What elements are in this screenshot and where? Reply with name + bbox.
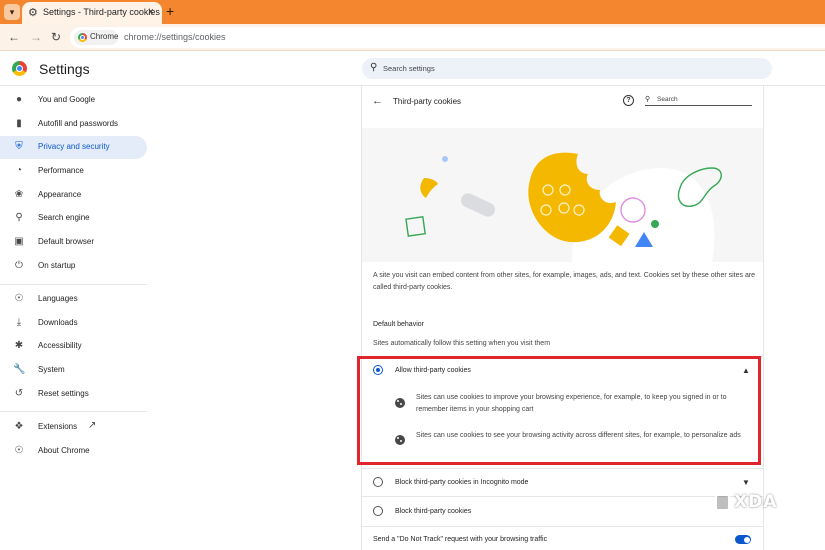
speedometer-icon: ◔ — [15, 165, 23, 176]
chevron-down-icon[interactable]: ▼ — [742, 478, 750, 487]
url-text[interactable]: chrome://settings/cookies — [124, 32, 226, 42]
search-placeholder: Search settings — [383, 64, 435, 73]
search-icon: ⚲ — [15, 212, 23, 223]
sidebar-item-label: On startup — [38, 261, 76, 270]
active-tab[interactable]: ⚙ Settings - Third-party cookies × — [22, 2, 162, 24]
intro-text: A site you visit can embed content from … — [373, 272, 756, 291]
sidebar-item-label: Accessibility — [38, 341, 82, 350]
chrome-logo-icon: ☉ — [14, 445, 24, 456]
subpage-title: Third-party cookies — [393, 97, 462, 106]
browser-toolbar: ← → ↻ Chrome chrome://settings/cookies — [0, 24, 825, 51]
subpage-search-placeholder: Search — [657, 96, 678, 103]
sidebar-item-downloads[interactable]: ⤓ Downloads — [0, 312, 147, 335]
sidebar-item-performance[interactable]: ◔ Performance — [0, 160, 147, 183]
sidebar-item-privacy[interactable]: ⛨ Privacy and security — [0, 136, 147, 159]
sidebar-item-default-browser[interactable]: ▣ Default browser — [0, 231, 147, 254]
site-chip-label: Chrome — [90, 32, 119, 41]
sidebar-divider — [0, 284, 147, 285]
row-divider — [362, 526, 763, 527]
chrome-logo-icon — [12, 61, 27, 76]
highlight-box — [357, 356, 761, 465]
accessibility-icon: ✱ — [14, 340, 24, 351]
default-behavior-subtitle: Sites automatically follow this setting … — [373, 340, 551, 347]
power-icon: ⏻ — [15, 260, 23, 271]
browser-icon: ▣ — [14, 236, 24, 247]
sidebar-item-languages[interactable]: ☉ Languages — [0, 288, 147, 311]
settings-header: Settings ⚲ Search settings — [0, 51, 825, 86]
sidebar-item-you-and-google[interactable]: ● You and Google — [0, 89, 147, 112]
cookie-illustration — [362, 128, 763, 262]
row-divider — [362, 496, 763, 497]
back-button[interactable]: ← — [8, 30, 20, 44]
person-icon: ● — [15, 94, 23, 105]
sidebar-item-label: Reset settings — [38, 389, 89, 398]
xda-logo-icon — [715, 494, 730, 511]
subpage-search-input[interactable]: ⚲ Search — [645, 94, 752, 106]
default-behavior-heading: Default behavior — [373, 321, 424, 328]
sidebar-item-label: Search engine — [38, 213, 90, 222]
tab-strip: ▾ ⚙ Settings - Third-party cookies × + — [0, 0, 825, 24]
sidebar-item-label: About Chrome — [38, 446, 90, 455]
block-incognito-radio[interactable] — [373, 477, 383, 487]
sidebar-item-label: Appearance — [38, 190, 82, 199]
sidebar-item-on-startup[interactable]: ⏻ On startup — [0, 255, 147, 278]
do-not-track-toggle[interactable] — [735, 535, 751, 544]
palette-icon: ❀ — [14, 189, 24, 200]
sidebar-item-label: Autofill and passwords — [38, 119, 119, 128]
settings-card: ← Third-party cookies ? ⚲ Search A site … — [361, 86, 764, 550]
help-icon[interactable]: ? — [623, 95, 634, 106]
block-all-label[interactable]: Block third-party cookies — [395, 508, 471, 515]
card-header: ← Third-party cookies ? ⚲ Search — [362, 86, 763, 118]
sidebar-item-label: Default browser — [38, 237, 95, 246]
globe-icon: ☉ — [14, 293, 24, 304]
sidebar-item-label: You and Google — [38, 95, 96, 104]
sidebar-item-reset-settings[interactable]: ↺ Reset settings — [0, 383, 147, 406]
clipboard-icon: ▮ — [16, 118, 22, 129]
shield-icon: ⛨ — [15, 141, 23, 152]
new-tab-button[interactable]: + — [166, 3, 174, 19]
tab-title: Settings - Third-party cookies — [43, 7, 160, 17]
forward-button[interactable]: → — [30, 30, 42, 44]
sidebar-item-label: Privacy and security — [38, 142, 110, 151]
sidebar-item-label: Extensions — [38, 422, 78, 431]
sidebar-item-accessibility[interactable]: ✱ Accessibility — [0, 335, 147, 358]
chrome-logo-icon — [78, 33, 87, 42]
search-settings-input[interactable]: ⚲ Search settings — [362, 58, 772, 79]
do-not-track-label: Send a "Do Not Track" request with your … — [373, 536, 548, 543]
sidebar-item-extensions[interactable]: ❖ Extensions ↗ — [0, 416, 147, 439]
page-title: Settings — [39, 61, 90, 77]
back-arrow-icon[interactable]: ← — [372, 94, 383, 108]
watermark-text: XDA — [734, 492, 778, 512]
sidebar-item-system[interactable]: 🔧 System — [0, 359, 147, 382]
sidebar-item-label: Languages — [38, 294, 78, 303]
puzzle-icon: ❖ — [14, 421, 24, 432]
sidebar-item-label: Downloads — [38, 318, 78, 327]
close-tab-button[interactable]: × — [148, 5, 154, 19]
external-link-icon: ↗ — [88, 420, 97, 431]
tab-search-button[interactable]: ▾ — [4, 4, 20, 20]
search-icon: ⚲ — [645, 96, 651, 103]
reload-button[interactable]: ↻ — [51, 30, 61, 44]
history-icon: ↺ — [14, 388, 24, 399]
sidebar-item-label: System — [38, 365, 65, 374]
sidebar-item-label: Performance — [38, 166, 84, 175]
download-icon: ⤓ — [16, 317, 22, 328]
cookie-illustration-svg — [405, 152, 722, 262]
site-info-chip[interactable]: Chrome — [74, 30, 118, 45]
search-icon: ⚲ — [370, 62, 378, 73]
wrench-icon: 🔧 — [13, 364, 26, 375]
sidebar-item-autofill[interactable]: ▮ Autofill and passwords — [0, 113, 147, 136]
row-divider — [362, 468, 763, 469]
block-all-radio[interactable] — [373, 506, 383, 516]
sidebar-item-about-chrome[interactable]: ☉ About Chrome — [0, 440, 147, 463]
chevron-down-icon: ▾ — [9, 7, 15, 17]
gear-icon: ⚙ — [28, 7, 38, 19]
sidebar-item-appearance[interactable]: ❀ Appearance — [0, 184, 147, 207]
sidebar-divider — [0, 411, 147, 412]
block-incognito-label[interactable]: Block third-party cookies in Incognito m… — [395, 479, 528, 486]
address-bar[interactable]: Chrome chrome://settings/cookies — [70, 27, 825, 48]
sidebar-item-search-engine[interactable]: ⚲ Search engine — [0, 207, 147, 230]
